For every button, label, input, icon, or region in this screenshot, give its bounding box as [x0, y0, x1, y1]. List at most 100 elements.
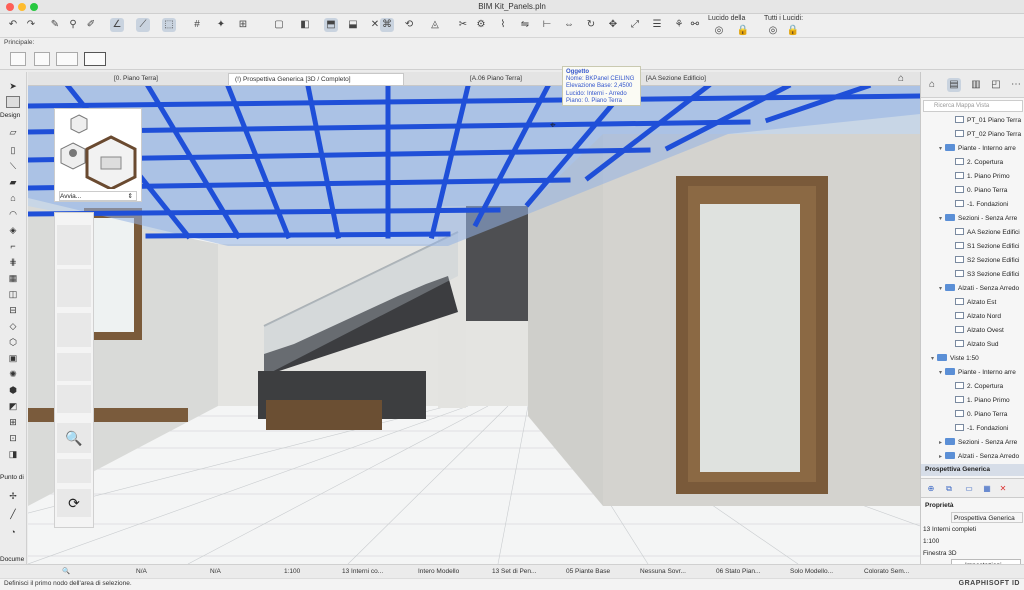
refresh-icon[interactable]: ⟳ — [57, 489, 91, 517]
view-item[interactable]: 1. Piano Primo — [955, 394, 1010, 408]
zoom-lens-icon[interactable]: 🔍 — [57, 423, 91, 453]
angle-icon[interactable]: ∠ — [110, 18, 124, 32]
view-folder-item[interactable]: ▾ Alzati - Senza Arredo — [939, 282, 1019, 296]
walk-icon[interactable]: ⟲ — [402, 18, 416, 32]
view-item[interactable]: -1. Fondazioni — [955, 422, 1008, 436]
view-item[interactable]: Alzato Nord — [955, 310, 1001, 324]
curtain-wall-tool-icon[interactable]: ▦ — [6, 272, 20, 284]
object-tool-icon[interactable]: ⬡ — [6, 336, 20, 348]
marquee-icon[interactable]: ▢ — [272, 18, 286, 32]
redo-icon[interactable]: ↷ — [24, 18, 38, 32]
arrow-tool-icon[interactable]: ➤ — [6, 80, 20, 92]
tab-aa-sezione[interactable]: [AA Sezione Edificio] — [640, 73, 760, 85]
clone-view-icon[interactable]: ⧉ — [943, 483, 955, 495]
new-folder-icon[interactable]: ▭ — [963, 483, 975, 495]
model-view-dropdown[interactable]: Intero Modello — [418, 567, 459, 577]
graphisoft-id-link[interactable]: GRAPHISOFT ID — [959, 580, 1020, 587]
line-tool-icon[interactable]: ╱ — [6, 508, 20, 520]
guide-lines-icon[interactable]: ⟋ — [136, 18, 150, 32]
pen-set-dropdown[interactable]: 13 Set di Pen... — [492, 567, 536, 577]
layer-lock-icon[interactable]: 🔒 — [736, 24, 750, 38]
view-item[interactable]: AA Sezione Edifici — [955, 226, 1020, 240]
link-icon[interactable]: ⚯ — [688, 18, 702, 32]
3d-viewport[interactable] — [28, 86, 920, 564]
view-folder-item[interactable]: ▾ Viste 1:50 — [931, 352, 979, 366]
view-item[interactable]: S1 Sezione Edifici — [955, 240, 1019, 254]
pick-up-parameters-icon[interactable]: ✎ — [48, 18, 62, 32]
tab-piano-terra[interactable]: [0. Piano Terra] — [108, 73, 228, 85]
color-dropdown[interactable]: Colorato Sem... — [864, 567, 909, 577]
navigator-search-input[interactable]: Ricerca Mappa Vista — [923, 100, 1023, 112]
view-item[interactable]: Alzato Ovest — [955, 324, 1004, 338]
shell-tool-icon[interactable]: ◠ — [6, 208, 20, 220]
elevation-tool-icon[interactable]: ◨ — [6, 448, 20, 460]
tab-prospettiva-generica[interactable]: (!) Prospettiva Generica [3D / Completo] — [228, 73, 404, 85]
publisher-icon[interactable]: ◰ — [989, 78, 1003, 92]
offset-icon[interactable]: ⇋ — [518, 18, 532, 32]
layer-combo-dropdown[interactable]: 13 Interni co... — [342, 567, 383, 577]
view-item[interactable]: 1. Piano Primo — [955, 170, 1010, 184]
view-item[interactable]: 2. Copertura — [955, 156, 1003, 170]
palette-camera-icon[interactable] — [57, 459, 91, 483]
view-item[interactable]: 0. Piano Terra — [955, 408, 1007, 422]
drag-icon[interactable]: ✥ — [606, 18, 620, 32]
zone-tool-icon[interactable]: ▣ — [6, 352, 20, 364]
view-item[interactable]: Alzato Est — [955, 296, 996, 310]
morph-tool-icon[interactable]: ◈ — [6, 224, 20, 236]
plan-tool-icon[interactable]: ⊞ — [6, 416, 20, 428]
settings-hex-icon[interactable] — [70, 114, 88, 134]
view-folder-item[interactable]: ▾ Piante - Interno arre — [939, 142, 1016, 156]
palette-layer-stack-icon[interactable] — [57, 269, 91, 307]
syringe-icon[interactable]: ⚲ — [66, 18, 80, 32]
start-dropdown[interactable]: Avvia... ⇕ — [59, 191, 137, 201]
eyedropper-icon[interactable]: ✐ — [84, 18, 98, 32]
split-icon[interactable]: ⌇ — [496, 18, 510, 32]
hotlink-icon[interactable]: ⚘ — [672, 18, 686, 32]
fill-tool-icon[interactable]: ◩ — [6, 400, 20, 412]
suspend-groups-icon[interactable]: ⊞ — [236, 18, 250, 32]
selection-mode-button[interactable] — [84, 52, 106, 66]
skylight-tool-icon[interactable]: ◇ — [6, 320, 20, 332]
view-options-icon[interactable]: ⌂ — [894, 72, 908, 86]
roof-tool-icon[interactable]: ⌂ — [6, 192, 20, 204]
view-item[interactable]: -1. Fondazioni — [955, 198, 1008, 212]
palette-layer-add-icon[interactable] — [57, 225, 91, 265]
new-view-icon[interactable]: ⊕ — [925, 483, 937, 495]
all-layers-eye-icon[interactable]: ◎ — [766, 24, 780, 38]
scissors-icon[interactable]: ✂ — [456, 18, 470, 32]
palette-layer-remove-icon[interactable] — [57, 313, 91, 347]
view-item[interactable]: 0. Piano Terra — [955, 184, 1007, 198]
marquee-tool-icon[interactable] — [6, 96, 20, 108]
override-dropdown[interactable]: 05 Piante Base — [566, 567, 610, 577]
view-item[interactable]: S2 Sezione Edifici — [955, 254, 1019, 268]
snap-icon[interactable]: ⬚ — [162, 18, 176, 32]
3d-view-icon[interactable]: ⬒ — [324, 18, 338, 32]
property-name-field[interactable]: Prospettiva Generica — [951, 512, 1023, 523]
settings-view-icon[interactable]: ▦ — [981, 483, 993, 495]
renovation-dropdown[interactable]: Nessuna Sovr... — [640, 567, 686, 577]
arc-tool-icon[interactable]: ◔ — [6, 526, 20, 538]
undo-icon[interactable]: ↶ — [6, 18, 20, 32]
selected-view-row[interactable]: Prospettiva Generica — [921, 464, 1024, 476]
view-folder-item[interactable]: ▾ Piante - Interno arre — [939, 366, 1016, 380]
layer-eye-icon[interactable]: ◎ — [712, 24, 726, 38]
railing-tool-icon[interactable]: ⋕ — [6, 256, 20, 268]
delete-icon[interactable]: ✕ — [997, 483, 1009, 495]
tab-a06-piano-terra[interactable]: [A.06 Piano Terra] — [464, 73, 564, 85]
mesh-tool-icon[interactable]: ⬢ — [6, 384, 20, 396]
model-only-dropdown[interactable]: Solo Modello... — [790, 567, 833, 577]
geometry-method-2[interactable] — [34, 52, 50, 66]
mirror-icon[interactable]: ⇔ — [562, 18, 576, 32]
stretch-icon[interactable]: ⤢ — [628, 18, 642, 32]
view-item[interactable]: PT_01 Piano Terra — [955, 114, 1021, 128]
lamp-tool-icon[interactable]: ✺ — [6, 368, 20, 380]
palette-layer-explode-icon[interactable] — [57, 353, 91, 381]
more-icon[interactable]: ⋯ — [1009, 78, 1023, 92]
grid-snap-icon[interactable]: # — [190, 18, 204, 32]
stair-tool-icon[interactable]: ⌐ — [6, 240, 20, 252]
all-layers-lock-icon[interactable]: 🔒 — [786, 24, 800, 38]
3d-window-icon[interactable]: ⬓ — [346, 18, 360, 32]
trim-icon[interactable]: ⊢ — [540, 18, 554, 32]
view-folder-item[interactable]: ▸ Sezioni - Senza Arre — [939, 436, 1017, 450]
view-map-icon[interactable]: ▤ — [947, 78, 961, 92]
